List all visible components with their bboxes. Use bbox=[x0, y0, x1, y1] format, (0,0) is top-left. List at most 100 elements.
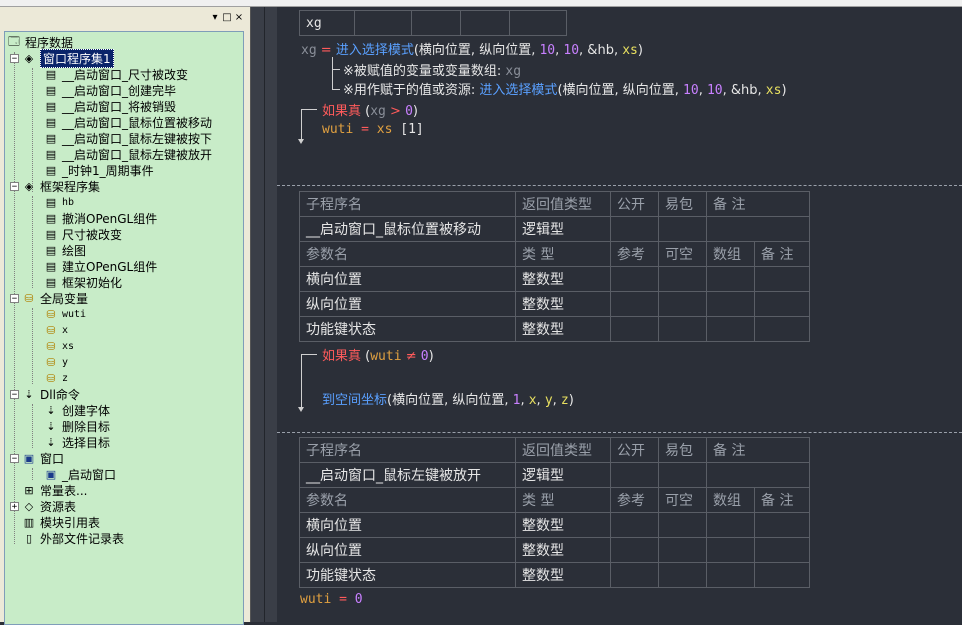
subroutine-icon: ▤ bbox=[45, 115, 57, 129]
tree-item-global[interactable]: ⛁ x bbox=[44, 322, 68, 338]
param-type[interactable]: 整数型 bbox=[515, 562, 611, 588]
program-tree[interactable]: 🗔 程序数据 − ◈ 窗口程序集1 ▤ __启动窗口_尺寸被改变 ▤ __启动窗口_创建完… bbox=[4, 31, 244, 625]
subroutine-icon: ▤ bbox=[45, 163, 57, 177]
code-line-if-1[interactable]: 如果真 (xg > 0) bbox=[322, 100, 418, 119]
subroutine-icon: ▤ bbox=[45, 99, 57, 113]
tree-item-frame[interactable]: ▤ 尺寸被改变 bbox=[44, 226, 122, 242]
tree-node-globals[interactable]: − ⛁ 全局变量 bbox=[10, 290, 88, 306]
param-name[interactable]: 功能键状态 bbox=[299, 316, 516, 342]
param-name[interactable]: 横向位置 bbox=[299, 512, 516, 538]
subroutine-icon: ▤ bbox=[45, 259, 57, 273]
param-type[interactable]: 整数型 bbox=[515, 537, 611, 563]
tree-node-module-ref[interactable]: ▥ 模块引用表 bbox=[22, 514, 100, 530]
subroutine-icon: ▤ bbox=[45, 243, 57, 257]
param-type[interactable]: 整数型 bbox=[515, 512, 611, 538]
module-icon: ◈ bbox=[24, 51, 34, 65]
collapse-icon[interactable]: − bbox=[10, 53, 19, 63]
tree-item-global[interactable]: ⛁ z bbox=[44, 370, 68, 386]
left-panel: ▾ □ × 🗔 程序数据 − ◈ 窗口程序集1 ▤ __启动窗口_尺寸被改变 ▤ __启动… bbox=[0, 7, 250, 625]
code-line-assign-wuti[interactable]: wuti = xs [1] bbox=[322, 122, 424, 137]
param-name[interactable]: 纵向位置 bbox=[299, 537, 516, 563]
tree-item-frame[interactable]: ▤ 绘图 bbox=[44, 242, 86, 258]
panel-dropdown-icon[interactable]: ▾ bbox=[210, 13, 220, 23]
collapse-icon[interactable]: − bbox=[10, 453, 19, 463]
database-icon: ⛁ bbox=[24, 291, 34, 305]
dll-command-icon: ⇣ bbox=[46, 419, 56, 433]
tree-node-ext-files[interactable]: ▯ 外部文件记录表 bbox=[22, 530, 124, 546]
dll-command-icon: ⇣ bbox=[24, 387, 34, 401]
subroutine-separator bbox=[277, 185, 962, 186]
tree-item-window[interactable]: ▣ _启动窗口 bbox=[44, 466, 116, 482]
panel-restore-icon[interactable]: □ bbox=[222, 13, 232, 23]
subroutine-table-1[interactable]: 子程序名 返回值类型 公开 易包 备 注 __启动窗口_鼠标位置被移动 逻辑型 … bbox=[299, 191, 810, 342]
param-name[interactable]: 横向位置 bbox=[299, 266, 516, 292]
tree-item-dll[interactable]: ⇣ 选择目标 bbox=[44, 434, 110, 450]
tree-item-frame[interactable]: ▤ 框架初始化 bbox=[44, 274, 122, 290]
editor-gutter bbox=[250, 7, 277, 622]
variable-cell[interactable]: xg bbox=[299, 10, 355, 36]
variable-table: xg bbox=[299, 10, 567, 36]
tree-item-global[interactable]: ⛁ xs bbox=[44, 338, 74, 354]
subroutine-icon: ▤ bbox=[45, 67, 57, 81]
window-icon: ▣ bbox=[45, 467, 57, 481]
collapse-icon[interactable]: − bbox=[10, 181, 19, 191]
variable-icon: ⛁ bbox=[46, 307, 56, 321]
subroutine-name[interactable]: __启动窗口_鼠标左键被放开 bbox=[299, 462, 516, 488]
subroutine-icon: ▤ bbox=[45, 83, 57, 97]
param-name[interactable]: 功能键状态 bbox=[299, 562, 516, 588]
code-line-if-2[interactable]: 如果真 (wuti ≠ 0) bbox=[322, 345, 434, 364]
subroutine-icon: ▤ bbox=[45, 227, 57, 241]
code-line-reset[interactable]: wuti = 0 bbox=[300, 592, 363, 607]
note-assigned-value: ※用作赋于的值或资源: 进入选择模式(横向位置, 纵向位置, 10, 10, &… bbox=[343, 83, 787, 98]
tree-item-event[interactable]: ▤ __启动窗口_鼠标左键被放开 bbox=[44, 146, 212, 162]
tree-item-frame[interactable]: ▤ hb bbox=[44, 194, 74, 210]
subroutine-icon: ▤ bbox=[45, 275, 57, 289]
return-type[interactable]: 逻辑型 bbox=[515, 216, 611, 242]
tree-item-event[interactable]: ▤ __启动窗口_将被销毁 bbox=[44, 98, 176, 114]
tree-item-event[interactable]: ▤ _时钟1_周期事件 bbox=[44, 162, 154, 178]
tree-item-frame[interactable]: ▤ 撤消OPenGL组件 bbox=[44, 210, 157, 226]
param-name[interactable]: 纵向位置 bbox=[299, 291, 516, 317]
subroutine-icon: ▤ bbox=[45, 131, 57, 145]
tree-item-global[interactable]: ⛁ wuti bbox=[44, 306, 86, 322]
subroutine-separator bbox=[277, 432, 962, 433]
tree-item-event[interactable]: ▤ __启动窗口_鼠标左键被按下 bbox=[44, 130, 212, 146]
tree-node-resources[interactable]: + ◇ 资源表 bbox=[10, 498, 76, 514]
collapse-icon[interactable]: − bbox=[10, 293, 19, 303]
tree-item-event[interactable]: ▤ __启动窗口_尺寸被改变 bbox=[44, 66, 188, 82]
tree-item-event[interactable]: ▤ __启动窗口_创建完毕 bbox=[44, 82, 176, 98]
code-line-assign[interactable]: xg = 进入选择模式(横向位置, 纵向位置, 10, 10, &hb, xs) bbox=[301, 39, 643, 58]
tree-node-constants[interactable]: ⊞ 常量表... bbox=[22, 482, 87, 498]
variable-icon: ⛁ bbox=[46, 339, 56, 353]
menu-bar bbox=[0, 0, 962, 7]
variable-icon: ⛁ bbox=[46, 355, 56, 369]
tree-item-dll[interactable]: ⇣ 删除目标 bbox=[44, 418, 110, 434]
module-ref-icon: ▥ bbox=[23, 515, 35, 529]
tree-node-dll[interactable]: − ⇣ Dll命令 bbox=[10, 386, 80, 402]
window-icon: ▣ bbox=[23, 451, 35, 465]
tree-item-dll[interactable]: ⇣ 创建字体 bbox=[44, 402, 110, 418]
module-icon: ◈ bbox=[24, 179, 34, 193]
tree-item-event[interactable]: ▤ __启动窗口_鼠标位置被移动 bbox=[44, 114, 212, 130]
subroutine-icon: ▤ bbox=[45, 211, 57, 225]
collapse-icon[interactable]: − bbox=[10, 389, 19, 399]
param-type[interactable]: 整数型 bbox=[515, 316, 611, 342]
param-type[interactable]: 整数型 bbox=[515, 266, 611, 292]
param-type[interactable]: 整数型 bbox=[515, 291, 611, 317]
tree-node-window[interactable]: − ▣ 窗口 bbox=[10, 450, 64, 466]
expand-icon[interactable]: + bbox=[10, 501, 19, 511]
tree-node-frame-set[interactable]: − ◈ 框架程序集 bbox=[10, 178, 100, 194]
tree-item-global[interactable]: ⛁ y bbox=[44, 354, 68, 370]
return-type[interactable]: 逻辑型 bbox=[515, 462, 611, 488]
subroutine-name[interactable]: __启动窗口_鼠标位置被移动 bbox=[299, 216, 516, 242]
subroutine-table-2[interactable]: 子程序名 返回值类型 公开 易包 备 注 __启动窗口_鼠标左键被放开 逻辑型 … bbox=[299, 437, 810, 588]
tree-item-frame[interactable]: ▤ 建立OPenGL组件 bbox=[44, 258, 157, 274]
code-line-call[interactable]: 到空间坐标(横向位置, 纵向位置, 1, x, y, z) bbox=[322, 389, 574, 408]
panel-close-icon[interactable]: × bbox=[234, 13, 244, 23]
tree-node-window-set[interactable]: − ◈ 窗口程序集1 bbox=[10, 48, 114, 68]
panel-header: ▾ □ × bbox=[0, 7, 250, 29]
subroutine-icon: ▤ bbox=[45, 147, 57, 161]
program-data-icon: 🗔 bbox=[8, 34, 20, 48]
note-assigned-var: ※被赋值的变量或变量数组: xg bbox=[343, 64, 522, 79]
code-editor[interactable]: xg xg = 进入选择模式(横向位置, 纵向位置, 10, 10, &hb, … bbox=[277, 7, 962, 622]
